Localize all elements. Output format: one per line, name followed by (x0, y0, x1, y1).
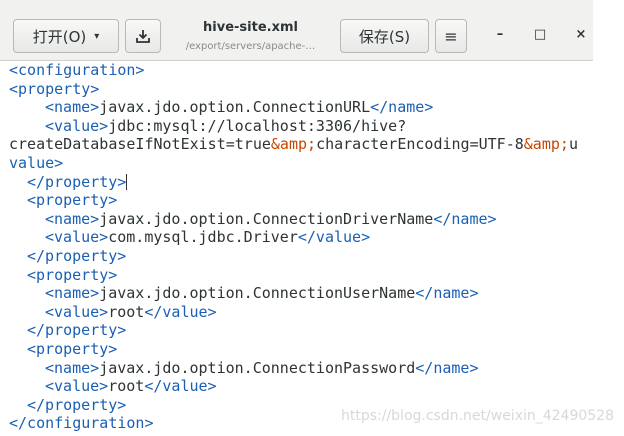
header-bar: 打开(O) ▾ hive-site.xml /export/servers/ap… (0, 0, 593, 61)
text-cursor (126, 173, 128, 190)
window-title: hive-site.xml /export/servers/apache-… (168, 20, 333, 54)
code-line: <name>javax.jdo.option.ConnectionPasswor… (45, 358, 479, 377)
code-line: <property> (27, 340, 118, 358)
code-line: <name>javax.jdo.option.ConnectionURL</na… (45, 98, 434, 117)
chevron-down-icon: ▾ (94, 30, 100, 42)
code-line: <name>javax.jdo.option.ConnectionUserNam… (45, 284, 479, 303)
file-name: hive-site.xml (203, 20, 298, 35)
download-button[interactable] (125, 19, 161, 53)
minimize-button[interactable]: – (490, 27, 510, 42)
code-line: createDatabaseIfNotExist=true&amp;charac… (9, 135, 578, 154)
minimize-icon: – (496, 27, 504, 42)
code-line: <property> (9, 79, 100, 98)
code-line: <value>jdbc:mysql://localhost:3306/hive? (45, 116, 407, 135)
code-line: value> (9, 154, 64, 172)
code-line: </property> (27, 247, 127, 265)
close-icon: × (575, 27, 587, 42)
maximize-icon: □ (533, 27, 547, 42)
code-line: <name>javax.jdo.option.ConnectionDriverN… (45, 209, 497, 228)
text-editor-area[interactable]: <configuration> <property> <name>javax.j… (0, 61, 624, 436)
code-line: </configuration> (9, 414, 154, 433)
menu-button[interactable]: ≡ (435, 19, 467, 53)
code-line: </property> (27, 321, 127, 340)
code-line: <property> (27, 191, 118, 210)
open-button[interactable]: 打开(O) ▾ (13, 19, 119, 53)
download-icon (136, 30, 150, 43)
code-line: <value>root</value> (45, 302, 217, 321)
hamburger-menu-icon: ≡ (444, 26, 458, 46)
save-label: 保存(S) (358, 27, 411, 46)
watermark: https://blog.csdn.net/weixin_42490528 (340, 408, 614, 424)
code-line: </property> (27, 395, 127, 414)
code-line: <value>com.mysql.jdbc.Driver</value> (45, 228, 371, 247)
code-line: </property> (27, 172, 128, 191)
code-line: <configuration> (9, 61, 145, 79)
maximize-button[interactable]: □ (530, 27, 550, 42)
save-button[interactable]: 保存(S) (340, 19, 429, 53)
open-label: 打开(O) (32, 27, 87, 46)
file-path: /export/servers/apache-… (185, 41, 316, 52)
close-button[interactable]: × (571, 27, 591, 42)
code-line: <value>root</value> (45, 377, 217, 396)
code-line: <property> (27, 265, 118, 284)
